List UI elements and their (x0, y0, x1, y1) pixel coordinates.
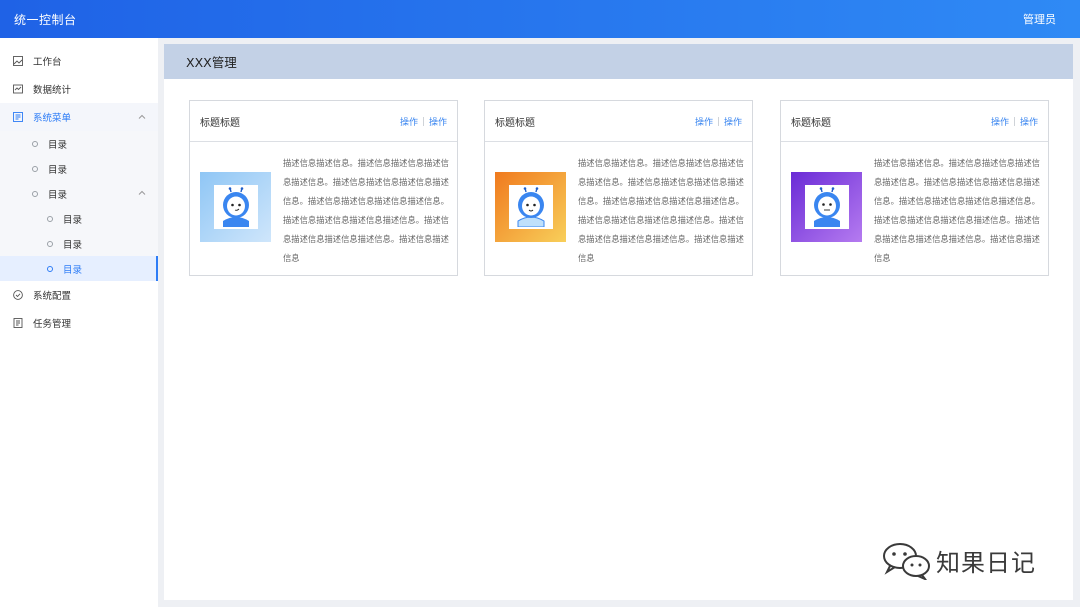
card-thumbnail (200, 172, 271, 242)
robot-icon (222, 187, 249, 227)
document-icon (13, 318, 23, 328)
check-circle-icon (13, 290, 23, 300)
bullet-icon (47, 240, 53, 247)
card-description: 描述信息描述信息。描述信息描述信息描述信息描述信息。描述信息描述信息描述信息描述… (283, 158, 449, 263)
submenu-item-label: 目录 (48, 139, 68, 151)
card-action-link[interactable]: 操作 (400, 115, 418, 128)
card-title: 标题标题 (791, 117, 831, 129)
chart-icon (13, 84, 23, 94)
app-title[interactable]: 统一控制台 (14, 11, 77, 28)
main-content: XXX管理 标题标题 操作 操作 描述信息描述信息。描述信息描述信息描述信息描述… (164, 44, 1073, 600)
card-action-link[interactable]: 操作 (429, 115, 447, 128)
sidebar-item-system-config[interactable]: 系统配置 (0, 281, 158, 309)
card-body: 描述信息描述信息。描述信息描述信息描述信息描述信息。描述信息描述信息描述信息描述… (190, 142, 457, 276)
user-menu[interactable]: 管理员 (1023, 11, 1056, 27)
submenu-subitem-label: 目录 (63, 214, 83, 226)
top-bar: 统一控制台 管理员 (0, 0, 1080, 38)
divider (1013, 116, 1015, 126)
robot-icon (517, 187, 544, 227)
card-actions: 操作 操作 (991, 115, 1038, 128)
sidebar-item-workbench[interactable]: 工作台 (0, 47, 158, 75)
card: 标题标题 操作 操作 描述信息描述信息。描述信息描述信息描述信息描述信息。描述信… (780, 100, 1049, 276)
submenu-subitem-active[interactable]: 目录 (0, 256, 158, 281)
card-description: 描述信息描述信息。描述信息描述信息描述信息描述信息。描述信息描述信息描述信息描述… (874, 158, 1040, 263)
card-description: 描述信息描述信息。描述信息描述信息描述信息描述信息。描述信息描述信息描述信息描述… (578, 158, 744, 263)
card-header: 标题标题 操作 操作 (781, 101, 1048, 142)
bullet-icon (47, 215, 53, 222)
divider (717, 116, 719, 126)
submenu-subitem[interactable]: 目录 (0, 231, 158, 256)
sidebar-item-label: 系统配置 (33, 291, 72, 302)
watermark: 知果日记 (880, 540, 1036, 580)
card-action-link[interactable]: 操作 (991, 115, 1009, 128)
submenu-subitem[interactable]: 目录 (0, 206, 158, 231)
avatar (213, 185, 258, 229)
image-icon (13, 56, 23, 66)
card-action-link[interactable]: 操作 (724, 115, 742, 128)
sidebar-item-label: 任务管理 (33, 319, 72, 330)
avatar (804, 185, 849, 229)
wechat-icon (883, 543, 930, 580)
page-header: XXX管理 (164, 44, 1073, 79)
sidebar-item-label: 系统菜单 (33, 113, 72, 124)
submenu-item[interactable]: 目录 (0, 156, 158, 181)
sidebar-item-task-management[interactable]: 任务管理 (0, 309, 158, 337)
divider (422, 116, 424, 126)
sidebar-item-statistics[interactable]: 数据统计 (0, 75, 158, 103)
submenu-item[interactable]: 目录 (0, 131, 158, 156)
card-action-link[interactable]: 操作 (695, 115, 713, 128)
card: 标题标题 操作 操作 描述信息描述信息。描述信息描述信息描述信息描述信息。描述信… (189, 100, 458, 276)
bullet-icon (32, 190, 38, 197)
card-action-link[interactable]: 操作 (1020, 115, 1038, 128)
card-header: 标题标题 操作 操作 (190, 101, 457, 142)
submenu-item-label: 目录 (48, 164, 68, 176)
submenu: 目录 目录 目录 目录 目录 目录 (0, 131, 158, 281)
watermark-text: 知果日记 (936, 548, 1036, 577)
card: 标题标题 操作 操作 描述信息描述信息。描述信息描述信息描述信息描述信息。描述信… (484, 100, 753, 276)
sidebar-item-label: 工作台 (33, 57, 62, 68)
submenu-item-label: 目录 (48, 189, 68, 201)
avatar (508, 185, 553, 229)
submenu-subitem-label: 目录 (63, 264, 83, 276)
card-body: 描述信息描述信息。描述信息描述信息描述信息描述信息。描述信息描述信息描述信息描述… (485, 142, 752, 276)
sidebar-item-system-menu[interactable]: 系统菜单 (0, 103, 158, 131)
menu-icon (13, 112, 23, 122)
sidebar-item-label: 数据统计 (33, 85, 72, 96)
card-actions: 操作 操作 (400, 115, 447, 128)
chevron-up-icon[interactable] (138, 189, 146, 197)
card-thumbnail (495, 172, 566, 242)
robot-icon (813, 187, 840, 227)
card-title: 标题标题 (200, 117, 240, 129)
bullet-icon (32, 140, 38, 147)
chevron-up-icon[interactable] (138, 113, 146, 121)
page-title: XXX管理 (186, 55, 237, 70)
sidebar: 工作台 数据统计 系统菜单 目录 目录 目录 目录 目录 目录 系统配置 任务管… (0, 38, 158, 607)
card-thumbnail (791, 172, 862, 242)
bullet-icon (32, 165, 38, 172)
card-header: 标题标题 操作 操作 (485, 101, 752, 142)
submenu-subitem-label: 目录 (63, 239, 83, 251)
card-actions: 操作 操作 (695, 115, 742, 128)
card-title: 标题标题 (495, 117, 535, 129)
submenu-item-expandable[interactable]: 目录 (0, 181, 158, 206)
card-body: 描述信息描述信息。描述信息描述信息描述信息描述信息。描述信息描述信息描述信息描述… (781, 142, 1048, 276)
bullet-icon (47, 265, 53, 272)
